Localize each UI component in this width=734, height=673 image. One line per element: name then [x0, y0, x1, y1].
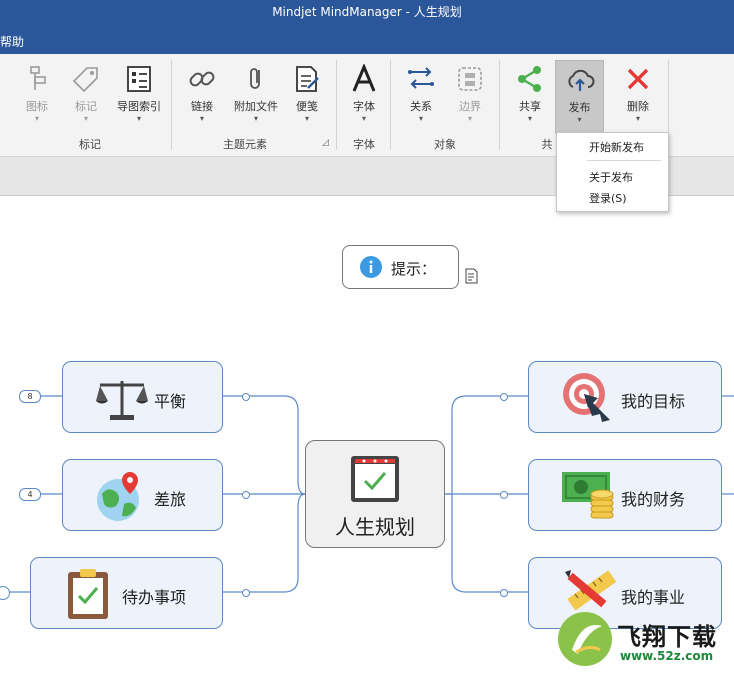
collapse-knob[interactable] — [500, 393, 508, 401]
info-icon — [360, 256, 382, 278]
collapse-knob[interactable] — [242, 491, 250, 499]
collapse-knob[interactable] — [500, 491, 508, 499]
topic-finance-label: 我的财务 — [621, 490, 686, 509]
collapsed-count-badge[interactable]: 8 — [19, 390, 41, 403]
collapse-knob[interactable] — [500, 589, 508, 597]
central-topic[interactable]: 人生规划 — [305, 440, 445, 548]
topic-travel[interactable]: 差旅 — [62, 459, 223, 531]
topic-balance-label: 平衡 — [154, 392, 187, 411]
hint-topic-label: 提示： — [391, 260, 437, 278]
central-topic-label: 人生规划 — [335, 515, 415, 539]
topic-travel-label: 差旅 — [154, 490, 187, 509]
clipboard-check-icon — [68, 569, 108, 619]
topic-goals-label: 我的目标 — [621, 392, 686, 411]
money-coins-icon — [562, 472, 614, 519]
hint-topic[interactable]: 提示： — [342, 245, 459, 289]
target-icon — [563, 373, 610, 422]
collapsed-count-badge[interactable]: 4 — [19, 488, 41, 501]
note-attached-icon[interactable] — [465, 268, 479, 287]
scales-icon — [96, 381, 148, 420]
watermark-url: www.52z.com — [620, 649, 714, 663]
collapse-knob[interactable] — [242, 589, 250, 597]
calendar-check-icon — [351, 456, 399, 502]
topic-balance[interactable]: 平衡 — [62, 361, 223, 433]
topic-goals[interactable]: 我的目标 — [528, 361, 722, 433]
globe-pin-icon — [97, 472, 139, 521]
topic-todo[interactable]: 待办事项 — [30, 557, 223, 629]
collapse-knob[interactable] — [242, 393, 250, 401]
topic-finance[interactable]: 我的财务 — [528, 459, 722, 531]
watermark-text: 飞翔下载 — [617, 623, 717, 651]
site-logo-icon — [558, 612, 612, 666]
topic-career-label: 我的事业 — [621, 588, 686, 607]
topic-todo-label: 待办事项 — [122, 588, 187, 607]
